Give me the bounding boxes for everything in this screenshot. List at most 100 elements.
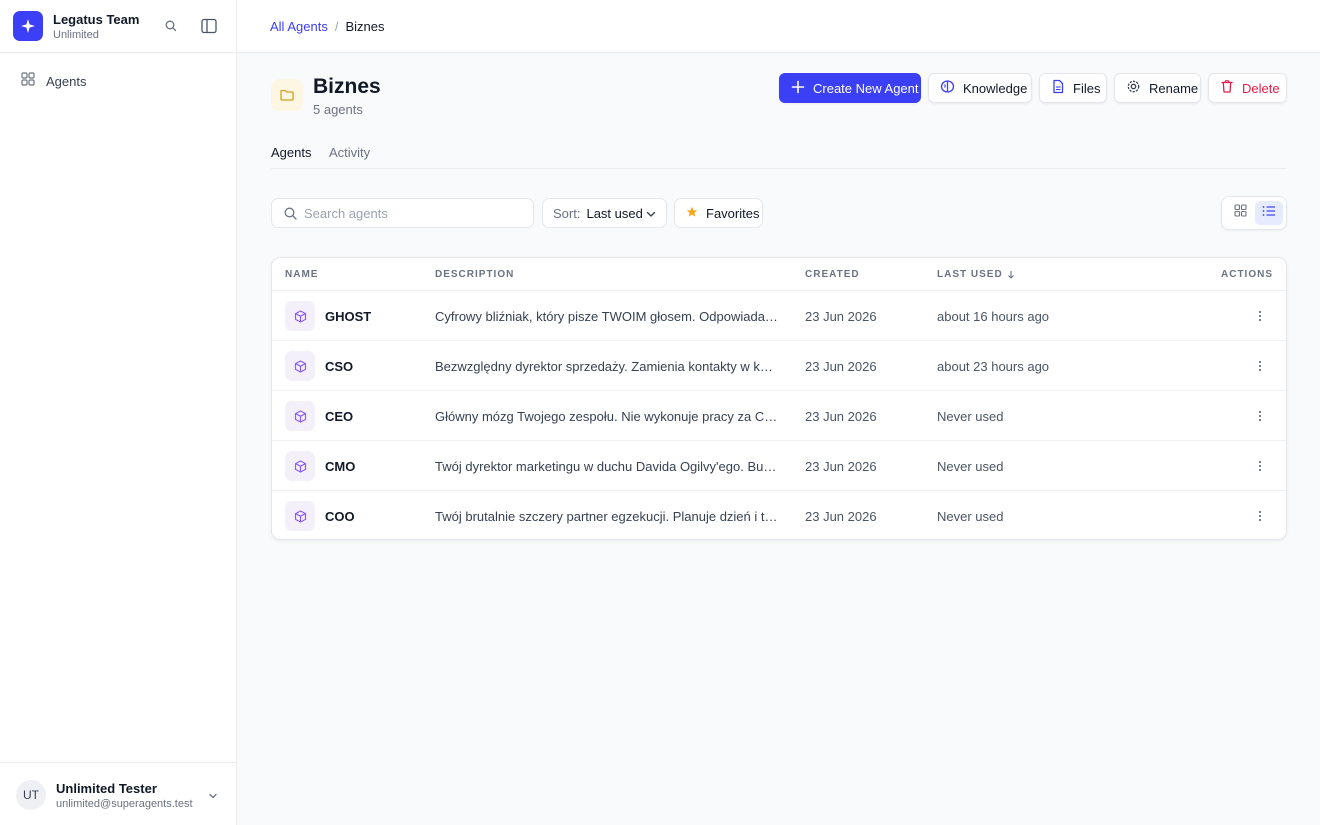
cube-icon [285,451,315,481]
grid-icon [21,71,35,91]
sidebar-toggle-icon[interactable] [200,17,218,40]
delete-button[interactable]: Delete [1208,73,1287,103]
plus-icon [791,80,805,97]
list-icon [1262,204,1276,222]
cube-icon [285,351,315,381]
grid-view-button[interactable] [1226,201,1254,225]
agent-description: Cyfrowy bliźniak, który pisze TWOIM głos… [435,309,780,324]
table-row[interactable]: GHOST Cyfrowy bliźniak, który pisze TWOI… [272,291,1286,341]
trash-icon [1220,79,1234,97]
delete-label: Delete [1242,80,1280,96]
agent-last-used: Never used [937,509,1004,524]
agent-description: Twój dyrektor marketingu w duchu Davida … [435,459,780,474]
create-agent-button[interactable]: Create New Agent [779,73,921,103]
sort-value: Last used [586,205,643,221]
grid-icon [1233,204,1247,222]
sidebar: Legatus Team Unlimited Agents UT Unlimit… [0,0,237,825]
agent-created: 23 Jun 2026 [805,309,877,324]
agent-name: CSO [325,359,354,374]
rename-label: Rename [1149,80,1199,96]
column-actions: ACTIONS [1221,269,1273,280]
favorites-filter[interactable]: Favorites [674,198,763,228]
table-row[interactable]: CEO Główny mózg Twojego zespołu. Nie wyk… [272,391,1286,441]
search-input[interactable] [304,204,524,222]
cube-icon [285,301,315,331]
view-toggle [1221,196,1287,230]
more-vertical-icon[interactable] [1250,506,1270,526]
column-created[interactable]: CREATED [805,269,860,280]
table-row[interactable]: COO Twój brutalnie szczery partner egzek… [272,491,1286,539]
page-title: Biznes [313,75,381,98]
agent-name: CEO [325,409,354,424]
create-agent-label: Create New Agent [813,80,919,96]
agent-created: 23 Jun 2026 [805,509,877,524]
agent-created: 23 Jun 2026 [805,459,877,474]
sparkle-icon [13,11,43,41]
avatar: UT [16,780,46,810]
file-icon [1051,79,1065,97]
agent-description: Bezwzględny dyrektor sprzedaży. Zamienia… [435,359,780,374]
agent-last-used: about 23 hours ago [937,359,1050,374]
more-vertical-icon[interactable] [1250,356,1270,376]
breadcrumb: All Agents / Biznes [270,19,384,34]
tab-bar: Agents Activity [271,136,1287,169]
sidebar-item-agents[interactable]: Agents [8,66,228,96]
agents-table: NAME DESCRIPTION CREATED LAST USED ACTIO… [271,257,1287,540]
column-description: DESCRIPTION [435,269,515,280]
arrow-down-icon [1007,271,1014,279]
column-name[interactable]: NAME [285,269,318,280]
agent-count: 5 agents [313,102,363,117]
agent-created: 23 Jun 2026 [805,409,877,424]
column-last-used[interactable]: LAST USED [937,269,1015,280]
search-icon [283,206,298,226]
agent-description: Twój brutalnie szczery partner egzekucji… [435,509,780,524]
search-icon[interactable] [164,19,178,38]
breadcrumb-separator: / [334,19,339,34]
agent-last-used: about 16 hours ago [937,309,1050,324]
agent-description: Główny mózg Twojego zespołu. Nie wykonuj… [435,409,780,424]
user-name: Unlimited Tester [56,781,157,796]
chevron-down-icon [645,208,657,223]
table-header: NAME DESCRIPTION CREATED LAST USED ACTIO… [272,258,1286,291]
gear-icon [1126,79,1141,97]
more-vertical-icon[interactable] [1250,406,1270,426]
list-view-button[interactable] [1255,201,1283,225]
team-name: Legatus Team [53,12,140,27]
agent-last-used: Never used [937,409,1004,424]
team-plan: Unlimited [53,29,99,41]
agent-name: GHOST [325,309,372,324]
sort-label: Sort: [553,205,581,221]
rename-button[interactable]: Rename [1114,73,1201,103]
user-menu[interactable]: UT Unlimited Tester unlimited@superagent… [0,762,237,825]
favorites-label: Favorites [706,205,760,221]
tab-agents[interactable]: Agents [271,145,311,160]
knowledge-button[interactable]: Knowledge [928,73,1032,103]
breadcrumb-all-agents[interactable]: All Agents [270,19,328,34]
cube-icon [285,501,315,531]
agent-name: CMO [325,459,356,474]
column-last-used-label: LAST USED [937,269,1003,280]
sort-dropdown[interactable]: Sort: Last used [542,198,667,228]
brain-icon [940,79,955,97]
table-row[interactable]: CMO Twój dyrektor marketingu w duchu Dav… [272,441,1286,491]
cube-icon [285,401,315,431]
topbar: All Agents / Biznes [237,0,1320,53]
table-row[interactable]: CSO Bezwzględny dyrektor sprzedaży. Zami… [272,341,1286,391]
tab-activity[interactable]: Activity [329,145,370,160]
more-vertical-icon[interactable] [1250,456,1270,476]
knowledge-label: Knowledge [963,80,1028,96]
team-switcher[interactable]: Legatus Team Unlimited [0,0,237,53]
folder-icon [271,79,303,111]
chevron-down-icon[interactable] [207,789,219,807]
breadcrumb-current: Biznes [345,19,385,34]
sidebar-item-label: Agents [46,73,87,89]
agent-created: 23 Jun 2026 [805,359,877,374]
more-vertical-icon[interactable] [1250,306,1270,326]
search-box [271,198,534,228]
files-label: Files [1073,80,1101,96]
user-email: unlimited@superagents.test [56,798,193,810]
agent-name: COO [325,509,355,524]
agent-last-used: Never used [937,459,1004,474]
files-button[interactable]: Files [1039,73,1107,103]
star-icon [686,206,698,221]
